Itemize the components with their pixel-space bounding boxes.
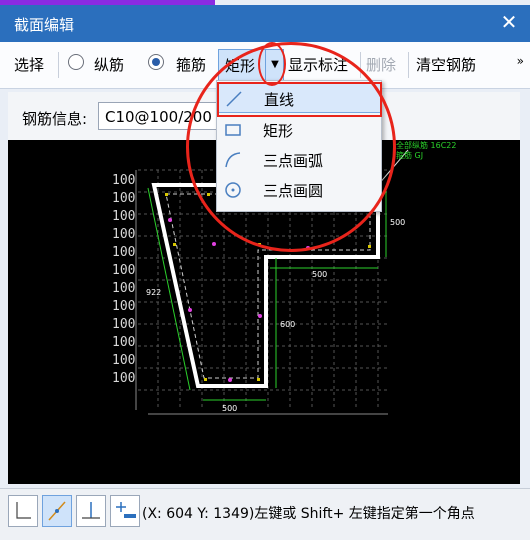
highlight-circle: [186, 42, 396, 252]
highlight-dropdown-oval: [258, 42, 286, 86]
annotation-stirrup: 箍筋 GJ: [396, 151, 424, 160]
perpendicular-icon[interactable]: [76, 495, 106, 527]
snap-line-icon[interactable]: [42, 495, 72, 527]
y-tick: 100: [112, 299, 136, 314]
section-edit-window: 截面编辑 ✕ 选择 纵筋 箍筋 矩形 ▼ 显示标注 删除 清空钢筋 » 钢筋信息…: [0, 0, 530, 540]
dimension-500-right: 500: [390, 218, 406, 227]
y-tick: 100: [112, 353, 136, 368]
y-tick: 100: [112, 335, 136, 350]
status-text: (X: 604 Y: 1349)左键或 Shift+ 左键指定第一个角点: [142, 506, 475, 522]
y-tick: 100: [112, 371, 136, 386]
y-tick: 100: [112, 191, 136, 206]
title-bar: 截面编辑 ✕: [0, 5, 530, 42]
close-icon[interactable]: ✕: [498, 11, 520, 33]
stirrup-radio[interactable]: [148, 54, 164, 70]
add-point-icon[interactable]: [110, 495, 140, 527]
window-title: 截面编辑: [14, 16, 75, 34]
highlight-line-item: [217, 82, 382, 117]
y-tick: 100: [112, 227, 136, 242]
y-tick: 100: [112, 209, 136, 224]
select-button[interactable]: 选择: [14, 54, 44, 75]
dimension-500-bottom: 500: [222, 404, 238, 413]
y-tick: 100: [112, 281, 136, 296]
stirrup-label[interactable]: 箍筋: [176, 54, 206, 75]
dimension-500-flange: 500: [312, 270, 328, 279]
longitudinal-label[interactable]: 纵筋: [94, 54, 124, 75]
clear-rebar-button[interactable]: 清空钢筋: [416, 54, 476, 75]
y-tick: 100: [112, 245, 136, 260]
ortho-icon[interactable]: [8, 495, 38, 527]
dimension-600: 600: [280, 320, 296, 329]
longitudinal-radio[interactable]: [68, 54, 84, 70]
toolbar-divider: [58, 52, 59, 78]
rebar-info-label: 钢筋信息:: [22, 110, 88, 128]
y-tick: 100: [112, 263, 136, 278]
overflow-icon[interactable]: »: [517, 54, 524, 68]
status-bar: (X: 604 Y: 1349)左键或 Shift+ 左键指定第一个角点: [0, 488, 530, 540]
dimension-922: 922: [146, 288, 162, 297]
toolbar-divider: [408, 52, 409, 78]
delete-button[interactable]: 删除: [366, 54, 396, 75]
y-tick: 100: [112, 173, 136, 188]
y-tick: 100: [112, 317, 136, 332]
